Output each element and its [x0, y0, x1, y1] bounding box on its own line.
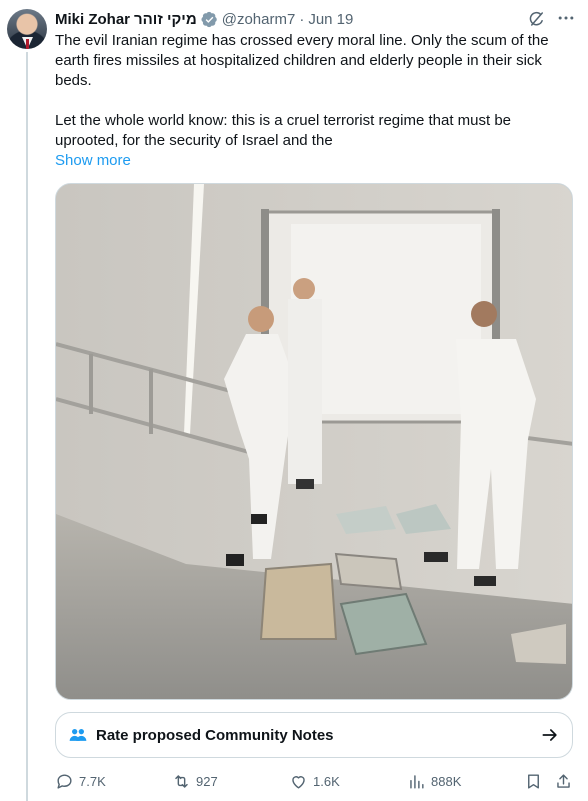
verified-badge-icon	[201, 11, 217, 27]
reply-button[interactable]: 7.7K	[55, 770, 106, 792]
thread-line	[26, 52, 28, 801]
bookmark-icon	[528, 773, 539, 789]
repost-count: 927	[196, 773, 218, 789]
grok-icon[interactable]	[528, 10, 546, 28]
author-hebrew-name[interactable]: מיקי זוהר	[134, 11, 197, 28]
like-icon	[292, 775, 305, 789]
community-notes-prompt[interactable]: Rate proposed Community Notes	[55, 712, 573, 758]
author-handle[interactable]: @zoharm7	[222, 11, 296, 28]
tweet-header: Miki Zohar מיקי זוהר @zoharm7 · Jun 19	[55, 9, 588, 29]
share-button[interactable]	[554, 770, 573, 792]
author-name[interactable]: Miki Zohar	[55, 11, 130, 28]
avatar[interactable]	[7, 9, 47, 49]
views-count: 888K	[431, 773, 462, 789]
tweet-video[interactable]	[55, 183, 573, 700]
reply-icon	[57, 773, 72, 789]
like-count: 1.6K	[313, 773, 340, 789]
share-icon	[557, 773, 570, 788]
community-notes-label: Rate proposed Community Notes	[96, 726, 334, 744]
repost-button[interactable]: 927	[172, 770, 218, 792]
like-button[interactable]: 1.6K	[289, 770, 340, 792]
tweet-paragraph-1: The evil Iranian regime has crossed ever…	[55, 32, 549, 89]
separator-dot: ·	[299, 10, 305, 28]
video-frame-illustration	[56, 184, 572, 699]
repost-icon	[175, 774, 188, 788]
views-button[interactable]: 888K	[407, 770, 461, 792]
tweet-paragraph-2: Let the whole world know: this is a crue…	[55, 112, 512, 149]
avatar-tie	[26, 39, 29, 49]
reply-count: 7.7K	[79, 773, 106, 789]
tweet-actions: 7.7K 927 1.6K 888K	[55, 770, 580, 792]
tweet-date[interactable]: Jun 19	[308, 11, 353, 28]
show-more-link[interactable]: Show more	[55, 151, 131, 171]
arrow-right-icon	[542, 729, 557, 741]
more-options-icon[interactable]	[556, 8, 576, 28]
views-icon	[410, 774, 424, 789]
bookmark-button[interactable]	[524, 770, 543, 792]
tweet-text: The evil Iranian regime has crossed ever…	[55, 31, 575, 151]
people-icon	[69, 729, 87, 741]
